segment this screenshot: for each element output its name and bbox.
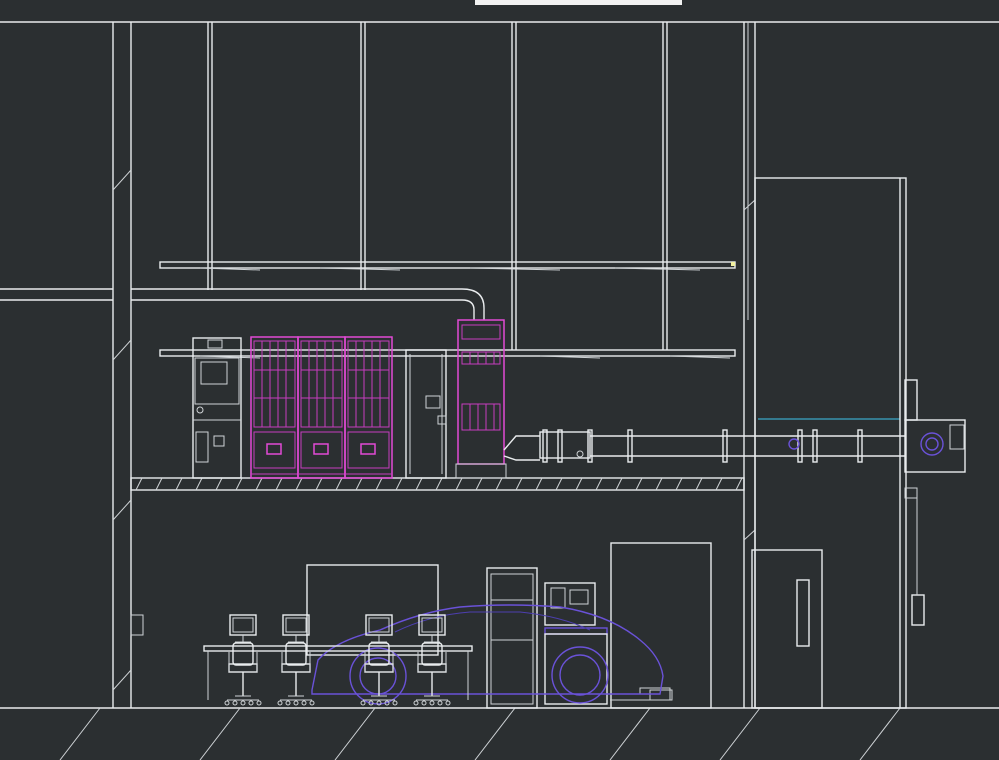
workstations (203, 614, 473, 706)
instrument-rack[interactable] (486, 567, 538, 709)
office-chair-icon (224, 642, 262, 706)
duct-flange (542, 429, 548, 463)
title-strip (475, 0, 682, 5)
workstation-3[interactable] (360, 614, 398, 706)
building-outline (0, 21, 999, 760)
control-cabinet[interactable] (192, 337, 242, 479)
workstation-2[interactable] (277, 614, 315, 706)
ceiling-beams (159, 261, 736, 359)
rack-group (250, 336, 393, 479)
rack-cabinet-2[interactable] (297, 336, 346, 479)
mezzanine-floor (130, 477, 745, 491)
operator-desk (203, 645, 473, 652)
chassis-dyno[interactable] (544, 582, 673, 705)
rack-cabinet-3[interactable] (344, 336, 393, 479)
lower-room-outline (130, 542, 712, 709)
duct-flange (722, 429, 728, 463)
office-chair-icon (277, 642, 315, 706)
cad-section-view (0, 0, 999, 760)
workstation-4[interactable] (413, 614, 451, 706)
duct-flange (557, 429, 563, 463)
locker-cabinet[interactable] (405, 349, 447, 479)
workstation-1[interactable] (224, 614, 262, 706)
station-group (224, 614, 451, 706)
dilution-tunnel (503, 418, 905, 463)
duct-flange (857, 429, 863, 463)
exhaust-pipe (450, 288, 485, 320)
duct-flange (812, 429, 818, 463)
exhaust-treatment-unit[interactable] (455, 319, 507, 479)
cad-drawing-canvas[interactable] (0, 0, 999, 760)
duct-flange (627, 429, 633, 463)
duct-flanges (542, 429, 863, 463)
equipment-racks (250, 336, 393, 479)
office-chair-icon (413, 642, 451, 706)
